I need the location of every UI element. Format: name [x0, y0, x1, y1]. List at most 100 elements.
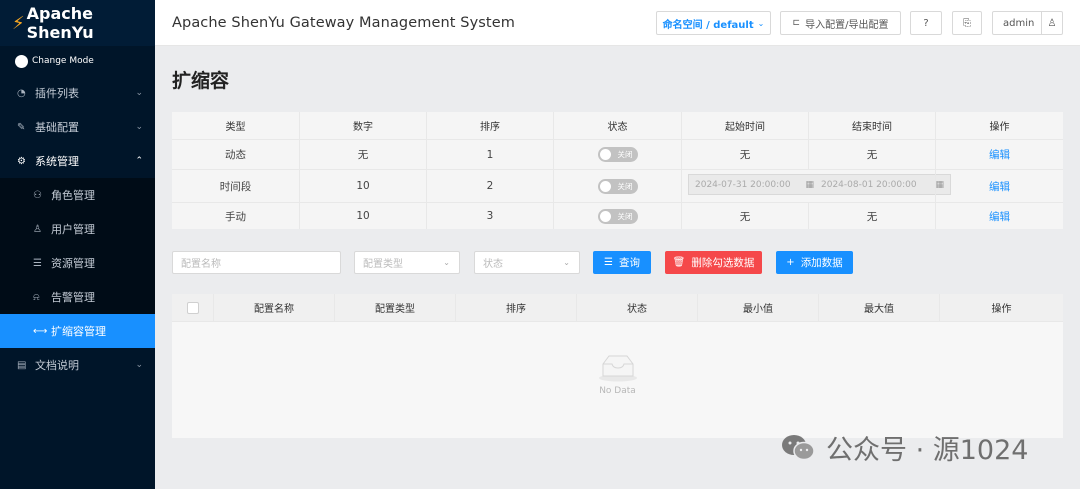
alert-icon: ⍾: [33, 291, 40, 303]
user-avatar-icon: ♙: [1041, 12, 1062, 34]
status-cell: 关闭: [554, 140, 682, 169]
config-name-placeholder: 配置名称: [181, 259, 221, 270]
sub-item-label: 角色管理: [51, 189, 95, 202]
start-date-picker[interactable]: 2024-07-31 20:00:00 ▦: [688, 174, 821, 195]
switch-knob: [599, 180, 611, 192]
add-data-button[interactable]: + 添加数据: [776, 251, 853, 274]
column-header: 状态: [577, 294, 698, 321]
end-cell: 无: [809, 140, 936, 169]
sidebar-item-resources[interactable]: ☰ 资源管理: [0, 246, 155, 280]
import-export-button[interactable]: ⊏ 导入配置/导出配置: [780, 11, 901, 35]
chevron-down-icon: ⌄: [757, 18, 765, 28]
empty-inbox-icon: [598, 355, 637, 382]
delete-selected-label: 删除勾选数据: [691, 257, 755, 269]
delete-selected-button[interactable]: 🗑 删除勾选数据: [665, 251, 762, 274]
sub-item-label: 扩缩容管理: [51, 325, 106, 338]
column-header: 配置名称: [214, 294, 335, 321]
edit-link[interactable]: 编辑: [989, 147, 1010, 162]
number-cell: 无: [300, 140, 427, 169]
menu-item-plugins[interactable]: ◔ 插件列表 ⌄: [0, 76, 155, 110]
help-button[interactable]: ?: [910, 11, 942, 35]
status-switch[interactable]: 关闭: [597, 178, 638, 194]
menu-item-label: 文档说明: [35, 359, 79, 372]
sidebar: ⚡ Apache ShenYu Change Mode ◔ 插件列表 ⌄ ✎ 基…: [0, 0, 155, 489]
config-table: 配置名称 配置类型 排序 状态 最小值 最大值 操作 No Data: [172, 294, 1063, 438]
menu-item-label: 系统管理: [35, 155, 79, 168]
app-title: Apache ShenYu Gateway Management System: [172, 14, 515, 31]
sidebar-item-scaling[interactable]: ⟷ 扩缩容管理: [0, 314, 155, 348]
logout-icon: ⎘: [963, 17, 971, 29]
import-icon: ⊏: [792, 18, 801, 28]
column-header: 结束时间: [809, 112, 936, 139]
order-cell: 2: [427, 170, 554, 202]
add-data-label: 添加数据: [800, 257, 843, 269]
sub-item-label: 用户管理: [51, 223, 95, 236]
menu-item-label: 基础配置: [35, 121, 79, 134]
logo[interactable]: ⚡ Apache ShenYu: [0, 0, 155, 46]
menu-item-docs[interactable]: ▤ 文档说明 ⌄: [0, 348, 155, 382]
column-header: 最小值: [698, 294, 819, 321]
change-mode-toggle[interactable]: Change Mode: [0, 46, 155, 76]
chevron-up-icon: ⌃: [135, 156, 143, 166]
user-icon: ♙: [33, 223, 42, 235]
status-switch[interactable]: 关闭: [597, 147, 638, 162]
number-cell: 10: [300, 203, 427, 229]
page-title: 扩缩容: [172, 70, 230, 92]
logo-bolt-icon: ⚡: [12, 12, 25, 34]
config-name-input[interactable]: 配置名称: [172, 251, 341, 274]
query-button[interactable]: ☰ 查询: [593, 251, 651, 274]
namespace-label: 命名空间 / default: [662, 19, 754, 31]
sidebar-item-roles[interactable]: ⚇ 角色管理: [0, 178, 155, 212]
chevron-down-icon: ⌄: [135, 88, 143, 98]
menu-item-system[interactable]: ⚙ 系统管理 ⌃: [0, 144, 155, 178]
role-icon: ⚇: [33, 189, 42, 201]
chevron-down-icon: ⌄: [135, 360, 143, 370]
dashboard-icon: ◔: [17, 87, 26, 99]
end-cell: [809, 170, 936, 202]
table-row: 动态 无 1 关闭 无 无 编辑: [172, 139, 1063, 169]
type-cell: 时间段: [172, 170, 300, 202]
action-cell: 编辑: [936, 140, 1063, 169]
logout-button[interactable]: ⎘: [952, 11, 982, 35]
list-icon: ☰: [33, 257, 42, 269]
edit-link[interactable]: 编辑: [989, 179, 1010, 194]
scale-icon: ⟷: [33, 325, 48, 337]
config-type-placeholder: 配置类型: [363, 259, 403, 270]
change-mode-label: Change Mode: [32, 56, 94, 66]
tool-icon: ✎: [17, 121, 26, 133]
list-icon: ☰: [604, 257, 613, 268]
column-header: 排序: [427, 112, 554, 139]
status-switch[interactable]: 关闭: [597, 208, 638, 224]
switch-knob: [599, 149, 611, 160]
sidebar-item-alerts[interactable]: ⍾ 告警管理: [0, 280, 155, 314]
menu-item-label: 插件列表: [35, 87, 79, 100]
wechat-icon: [782, 434, 815, 460]
sub-item-label: 资源管理: [51, 257, 95, 270]
config-type-select[interactable]: 配置类型 ⌄: [354, 251, 460, 274]
table-row: 手动 10 3 关闭 无 无 编辑: [172, 202, 1063, 229]
user-menu[interactable]: admin ♙: [992, 11, 1063, 35]
start-date-value: 2024-07-31 20:00:00: [695, 179, 791, 190]
status-cell: 关闭: [554, 203, 682, 229]
switch-knob: [599, 210, 611, 222]
sub-item-label: 告警管理: [51, 291, 95, 304]
type-cell: 动态: [172, 140, 300, 169]
sidebar-item-users[interactable]: ♙ 用户管理: [0, 212, 155, 246]
select-all-checkbox[interactable]: [186, 301, 199, 314]
action-cell: 编辑: [936, 203, 1063, 229]
status-cell: 关闭: [554, 170, 682, 202]
edit-link[interactable]: 编辑: [989, 209, 1010, 224]
end-cell: 无: [809, 203, 936, 229]
column-header: 配置类型: [335, 294, 456, 321]
watermark-text: 公众号 · 源1024: [826, 435, 1029, 466]
empty-text: No Data: [599, 386, 636, 396]
status-select[interactable]: 状态 ⌄: [474, 251, 580, 274]
menu-item-basic-config[interactable]: ✎ 基础配置 ⌄: [0, 110, 155, 144]
action-cell: 编辑: [936, 170, 1063, 202]
namespace-select[interactable]: 命名空间 / default ⌄: [656, 11, 771, 35]
watermark: 公众号 · 源1024: [780, 428, 1028, 467]
mode-toggle-icon: [15, 54, 28, 68]
start-cell: 无: [682, 203, 809, 229]
column-header: 排序: [456, 294, 577, 321]
table-row: 时间段 10 2 关闭 2024-07-31 20:00:00 ▦ 2024-0…: [172, 169, 1063, 202]
